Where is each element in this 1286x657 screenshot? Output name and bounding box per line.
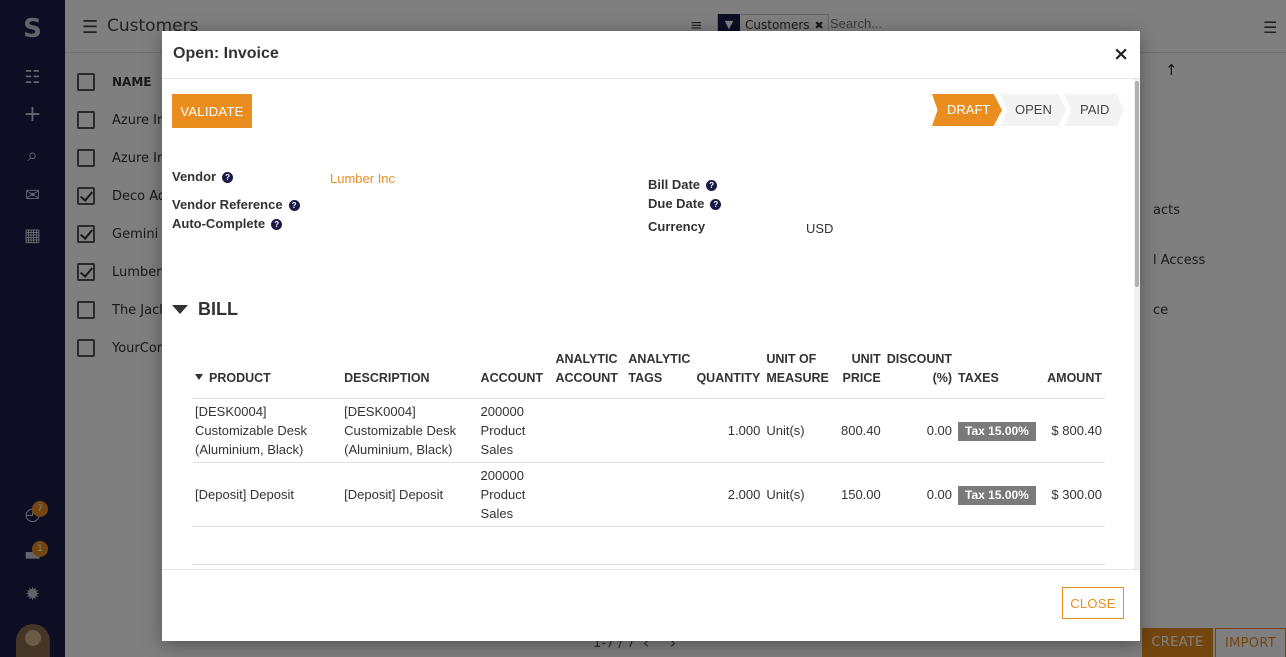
status-bar: DRAFT OPEN PAID bbox=[932, 94, 1124, 126]
validate-button[interactable]: VALIDATE bbox=[172, 94, 252, 128]
dialog-scrollbar[interactable] bbox=[1134, 79, 1140, 569]
cell-description[interactable]: [Deposit] Deposit bbox=[341, 462, 478, 527]
table-row[interactable]: [Deposit] Deposit [Deposit] Deposit 2000… bbox=[192, 462, 1105, 527]
tax-tag: Tax 15.00% bbox=[958, 485, 1036, 505]
cell-quantity[interactable]: 2.000 bbox=[693, 462, 764, 527]
column-header-analytic-account[interactable]: ANALYTIC ACCOUNT bbox=[552, 344, 626, 399]
bill-date-label-text: Bill Date bbox=[648, 177, 701, 192]
table-footer-divider bbox=[192, 564, 1105, 565]
column-header-text: TAGS bbox=[628, 371, 663, 385]
dialog-footer: CLOSE bbox=[162, 569, 1140, 641]
status-draft[interactable]: DRAFT bbox=[932, 94, 1002, 126]
column-header-account[interactable]: ACCOUNT bbox=[477, 344, 553, 399]
bill-section-toggle[interactable]: BILL bbox=[172, 299, 238, 320]
vendor-label: Vendor? bbox=[172, 169, 234, 184]
column-header-discount[interactable]: DISCOUNT (%) bbox=[883, 344, 956, 399]
cell-account[interactable]: 200000 Product Sales bbox=[477, 398, 553, 463]
bill-date-label: Bill Date? bbox=[648, 177, 718, 192]
cell-analytic-account[interactable] bbox=[552, 462, 626, 527]
question-icon[interactable]: ? bbox=[288, 200, 300, 211]
cell-taxes[interactable]: Tax 15.00% bbox=[955, 462, 1043, 527]
dialog-body: VALIDATE DRAFT OPEN PAID Vendor? Lumber … bbox=[162, 79, 1140, 569]
due-date-label: Due Date? bbox=[648, 196, 722, 211]
caret-down-icon bbox=[172, 305, 188, 314]
column-header-text: UNIT OF bbox=[766, 352, 817, 366]
table-header-row: PRODUCT DESCRIPTION ACCOUNT ANALYTIC ACCO… bbox=[192, 344, 1105, 399]
table-row[interactable]: [DESK0004] Customizable Desk (Aluminium,… bbox=[192, 398, 1105, 463]
close-button[interactable]: CLOSE bbox=[1062, 587, 1124, 619]
column-header-text: ANALYTIC bbox=[555, 352, 618, 366]
cell-account[interactable]: 200000 Product Sales bbox=[477, 462, 553, 527]
tax-tag: Tax 15.00% bbox=[958, 421, 1036, 441]
column-header-text: DISCOUNT bbox=[886, 352, 953, 366]
dialog-header: Open: Invoice × bbox=[162, 31, 1140, 79]
column-header-taxes[interactable]: TAXES bbox=[955, 344, 1043, 399]
section-title: BILL bbox=[198, 299, 238, 319]
column-header-description[interactable]: DESCRIPTION bbox=[341, 344, 478, 399]
cell-analytic-tags[interactable] bbox=[625, 398, 694, 463]
column-header-text: PRICE bbox=[842, 371, 881, 385]
invoice-dialog: Open: Invoice × VALIDATE DRAFT OPEN PAID… bbox=[162, 31, 1140, 641]
auto-complete-label: Auto-Complete? bbox=[172, 216, 283, 231]
sort-caret-icon bbox=[195, 374, 203, 380]
cell-unit-price[interactable]: 150.00 bbox=[831, 462, 884, 527]
status-open[interactable]: OPEN bbox=[1000, 94, 1066, 126]
status-paid[interactable]: PAID bbox=[1064, 94, 1124, 126]
column-header-text: ANALYTIC bbox=[628, 352, 691, 366]
cell-product[interactable]: [Deposit] Deposit bbox=[192, 462, 342, 527]
cell-analytic-account[interactable] bbox=[552, 398, 626, 463]
column-header-amount[interactable]: AMOUNT bbox=[1042, 344, 1105, 399]
invoice-lines-table: PRODUCT DESCRIPTION ACCOUNT ANALYTIC ACCO… bbox=[192, 344, 1105, 527]
currency-label: Currency bbox=[648, 219, 706, 234]
question-icon[interactable]: ? bbox=[710, 199, 722, 210]
cell-uom[interactable]: Unit(s) bbox=[763, 398, 832, 463]
column-header-uom[interactable]: UNIT OF MEASURE bbox=[763, 344, 832, 399]
due-date-label-text: Due Date bbox=[648, 196, 705, 211]
currency-field[interactable]: USD bbox=[806, 221, 833, 236]
dialog-title: Open: Invoice bbox=[173, 45, 279, 62]
cell-analytic-tags[interactable] bbox=[625, 462, 694, 527]
vendor-label-text: Vendor bbox=[172, 169, 217, 184]
cell-unit-price[interactable]: 800.40 bbox=[831, 398, 884, 463]
column-header-quantity[interactable]: QUANTITY bbox=[693, 344, 764, 399]
vendor-reference-label: Vendor Reference? bbox=[172, 197, 300, 212]
vendor-field[interactable]: Lumber Inc bbox=[330, 171, 395, 186]
question-icon[interactable]: ? bbox=[222, 172, 234, 183]
cell-taxes[interactable]: Tax 15.00% bbox=[955, 398, 1043, 463]
cell-uom[interactable]: Unit(s) bbox=[763, 462, 832, 527]
auto-complete-label-text: Auto-Complete bbox=[172, 216, 266, 231]
column-header-unit-price[interactable]: UNIT PRICE bbox=[831, 344, 884, 399]
cell-amount: $ 300.00 bbox=[1042, 462, 1105, 527]
cell-amount: $ 800.40 bbox=[1042, 398, 1105, 463]
cell-quantity[interactable]: 1.000 bbox=[693, 398, 764, 463]
column-header-analytic-tags[interactable]: ANALYTIC TAGS bbox=[625, 344, 694, 399]
close-icon[interactable]: × bbox=[1113, 43, 1129, 65]
question-icon[interactable]: ? bbox=[271, 219, 283, 230]
column-header-text: MEASURE bbox=[766, 371, 829, 385]
cell-description[interactable]: [DESK0004] Customizable Desk (Aluminium,… bbox=[341, 398, 478, 463]
vendor-reference-label-text: Vendor Reference bbox=[172, 197, 283, 212]
cell-discount[interactable]: 0.00 bbox=[883, 462, 956, 527]
question-icon[interactable]: ? bbox=[706, 180, 718, 191]
column-header-product[interactable]: PRODUCT bbox=[192, 344, 342, 399]
column-header-text: (%) bbox=[932, 371, 953, 385]
cell-product[interactable]: [DESK0004] Customizable Desk (Aluminium,… bbox=[192, 398, 342, 463]
column-header-text: ACCOUNT bbox=[555, 371, 618, 385]
cell-discount[interactable]: 0.00 bbox=[883, 398, 956, 463]
column-header-product-label: PRODUCT bbox=[209, 371, 271, 385]
column-header-text: UNIT bbox=[851, 352, 881, 366]
scrollbar-thumb[interactable] bbox=[1135, 81, 1139, 287]
